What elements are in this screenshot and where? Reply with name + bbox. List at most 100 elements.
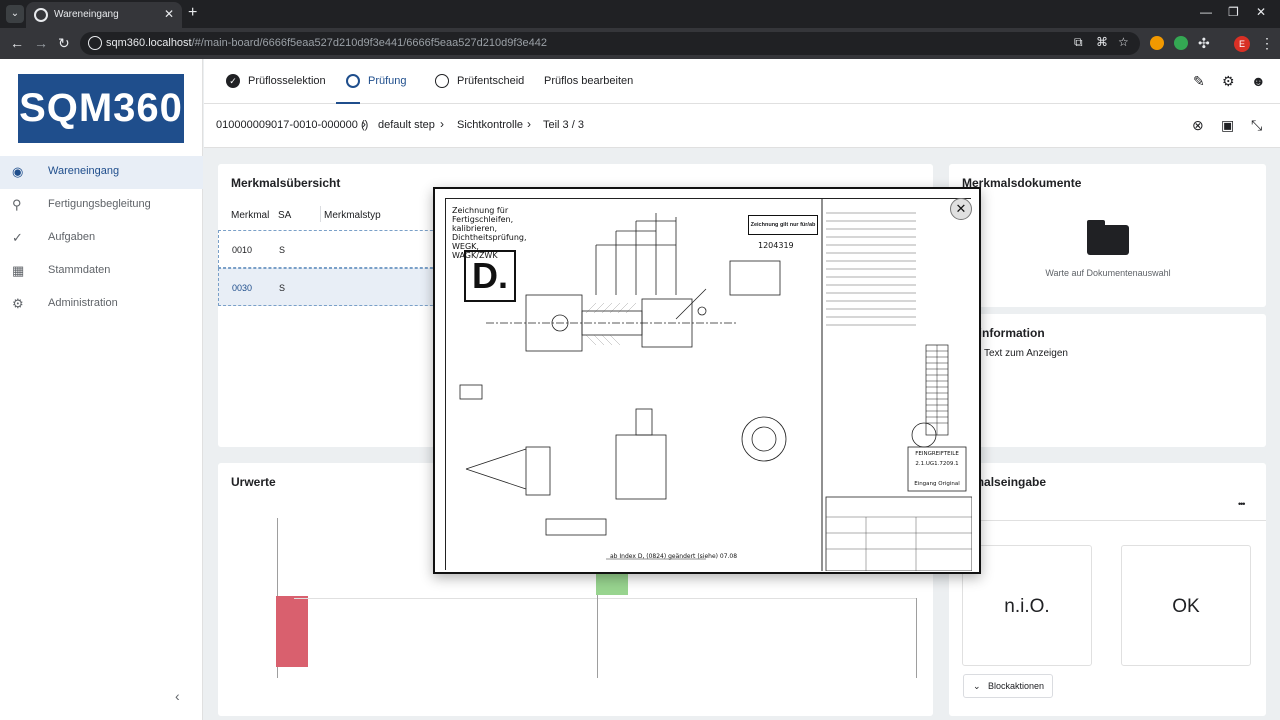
chevron-right-icon: › [440, 117, 444, 131]
block-actions-button[interactable]: ⌄ Blockaktionen [963, 674, 1053, 698]
drawing-legend-title: FEINGREIFTEILE [915, 451, 959, 457]
sidebar-item-label: Wareneingang [48, 165, 120, 177]
more-options-icon[interactable]: ••• [1238, 499, 1246, 509]
profile-avatar[interactable]: E [1234, 36, 1250, 52]
drawing-legend-sub: Eingang Original [914, 481, 960, 487]
site-info-icon[interactable] [88, 36, 102, 50]
check-circle-icon: ✓ [12, 230, 23, 245]
sidebar: SQM360 ◉ Wareneingang ⚲ Fertigungsbeglei… [0, 59, 203, 720]
install-app-icon[interactable]: ⧉ [1074, 35, 1083, 50]
cancel-circle-icon[interactable]: ⊗ [1192, 117, 1204, 134]
column-header: Merkmalstyp [324, 210, 381, 221]
column-divider [320, 206, 321, 222]
settings-gear-icon[interactable]: ⚙ [1222, 73, 1235, 90]
sidebar-collapse-icon[interactable]: ‹ [175, 688, 180, 704]
merkmalseingabe-card: rkmalseingabe ••• n.i.O. OK ⌄ Blockaktio… [949, 463, 1266, 716]
cell-sa: S [279, 283, 286, 293]
technical-drawing: Zeichnung für Fertigschleifen, kalibrier… [445, 198, 973, 572]
forward-icon[interactable]: → [34, 35, 48, 51]
pencil-icon[interactable]: ✎ [1193, 73, 1205, 90]
whisker-line [597, 583, 598, 678]
card-title: Merkmalsübersicht [231, 176, 341, 190]
column-header: SA [278, 210, 292, 221]
window-close-icon[interactable]: ✕ [1256, 5, 1266, 19]
search-icon: ⚲ [12, 197, 22, 212]
search-progress-icon [346, 74, 360, 88]
back-icon[interactable]: ← [10, 35, 24, 51]
folder-icon [1087, 220, 1129, 255]
address-bar[interactable]: sqm360.localhost/#/main-board/6666f5eaa5… [80, 32, 1140, 55]
circle-outline-icon [435, 74, 449, 88]
grid-line [294, 598, 916, 599]
extensions-puzzle-icon[interactable]: ✣ [1198, 35, 1210, 52]
url-text: sqm360.localhost/#/main-board/6666f5eaa5… [106, 37, 547, 49]
drawing-revision-letter: D. [464, 250, 516, 302]
tab-title: Wareneingang [54, 9, 119, 20]
step-label: Prüfung [368, 75, 407, 87]
bookmark-star-icon[interactable]: ☆ [1118, 35, 1129, 49]
drawing-stamp: Zeichnung gilt nur für/ab [748, 215, 818, 235]
document-waiting-text: Warte auf Dokumentenauswahl [1045, 268, 1171, 278]
cell-merkmal: 0010 [232, 245, 253, 255]
ok-button[interactable]: OK [1121, 545, 1251, 666]
whisker-line [916, 598, 917, 678]
zusatzinfo-card: atzinformation Text zum Anzeigen [949, 314, 1266, 447]
drawing-stamp-ref: 1204319 [758, 241, 794, 250]
zusatzinfo-text: Text zum Anzeigen [984, 348, 1068, 359]
sidebar-item-label: Stammdaten [48, 264, 111, 276]
divider [949, 520, 1266, 521]
browser-menu-icon[interactable]: ⋮ [1260, 35, 1274, 52]
sidebar-item-fertigungsbegleitung[interactable]: ⚲ Fertigungsbegleitung [0, 189, 203, 222]
translate-icon[interactable]: ⌘ [1096, 35, 1108, 49]
admin-gear-icon: ⚙ [12, 296, 24, 311]
chevron-right-icon: › [527, 117, 531, 131]
step-label: Prüflos bearbeiten [544, 75, 634, 87]
sidebar-item-wareneingang[interactable]: ◉ Wareneingang [0, 156, 203, 189]
chevron-right-icon: › [362, 117, 366, 131]
cell-sa: S [279, 245, 286, 255]
boxplot-box-green [596, 573, 628, 595]
extension-icon[interactable] [1174, 36, 1188, 50]
breadcrumb-lot[interactable]: 010000009017-0010-000000 () [216, 119, 368, 131]
restore-icon[interactable]: ❐ [1228, 5, 1239, 19]
exit-fullscreen-icon[interactable]: ⤡ [1251, 117, 1262, 134]
sidebar-item-aufgaben[interactable]: ✓ Aufgaben [0, 222, 203, 255]
nio-button[interactable]: n.i.O. [962, 545, 1092, 666]
favicon-icon [34, 8, 48, 22]
table-row[interactable]: 0010 S [218, 230, 448, 268]
tab-search-icon[interactable]: ⌄ [6, 5, 24, 23]
card-title: Urwerte [231, 475, 276, 489]
boxplot-box-red [276, 596, 308, 667]
qr-scan-icon[interactable]: ▣ [1221, 117, 1234, 134]
sidebar-item-label: Aufgaben [48, 231, 96, 243]
sidebar-item-label: Fertigungsbegleitung [48, 198, 151, 210]
breadcrumb: 010000009017-0010-000000 () › default st… [204, 104, 1280, 148]
dokumente-card: Merkmalsdokumente Warte auf Dokumentenau… [949, 164, 1266, 307]
drawing-footer-note: ab Index D, (0824) geändert (siehe) 07.0… [610, 553, 738, 560]
eye-icon: ◉ [12, 164, 24, 179]
browser-toolbar: ← → ↻ sqm360.localhost/#/main-board/6666… [0, 28, 1280, 59]
drawing-lines [446, 199, 973, 572]
check-done-icon: ✓ [226, 74, 240, 88]
extension-icon[interactable] [1150, 36, 1164, 50]
minimize-icon[interactable]: — [1200, 5, 1212, 19]
grid-icon: ▦ [12, 263, 25, 278]
sidebar-item-stammdaten[interactable]: ▦ Stammdaten [0, 255, 203, 288]
sidebar-item-administration[interactable]: ⚙ Administration [0, 288, 203, 321]
close-icon[interactable]: ✕ [950, 198, 972, 220]
browser-tab[interactable]: Wareneingang ✕ [26, 2, 182, 28]
tab-close-icon[interactable]: ✕ [164, 7, 174, 21]
new-tab-icon[interactable]: + [188, 4, 197, 22]
block-actions-label: Blockaktionen [988, 681, 1045, 691]
table-row[interactable]: 0030 S [218, 268, 448, 306]
chevron-down-icon: ⌄ [973, 681, 981, 691]
drawing-legend-number: 2.1.UG1.7209.1 [915, 461, 959, 467]
step-label: Prüflosselektion [248, 75, 326, 87]
stepper-nav: ✓ Prüflosselektion Prüfung Prüfentscheid… [204, 59, 1280, 104]
sidebar-item-label: Administration [48, 297, 118, 309]
reload-icon[interactable]: ↻ [58, 35, 70, 52]
cell-merkmal: 0030 [232, 283, 253, 293]
breadcrumb-step[interactable]: default step [378, 119, 435, 131]
account-icon[interactable]: ☻ [1251, 73, 1266, 89]
breadcrumb-check[interactable]: Sichtkontrolle [457, 119, 523, 131]
